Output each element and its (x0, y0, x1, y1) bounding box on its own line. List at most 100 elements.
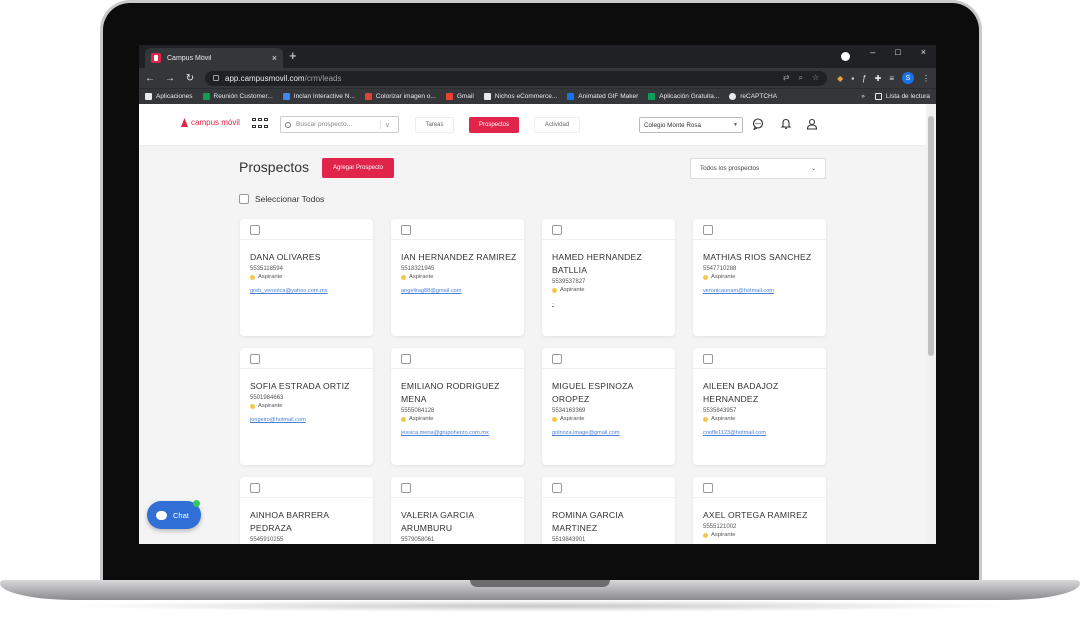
school-select[interactable]: Colegio Monte Rosa ▼ (639, 117, 743, 133)
laptop-notch (470, 580, 610, 587)
translate-icon[interactable]: ⇄ (783, 73, 790, 83)
extensions-puzzle-icon[interactable]: ✚ (875, 74, 882, 83)
prospect-email[interactable]: - (552, 301, 668, 307)
profile-avatar[interactable]: S (902, 72, 914, 84)
prospect-checkbox[interactable] (552, 483, 562, 493)
bookmarks-overflow-button[interactable]: » (861, 93, 865, 100)
extension-color-icon[interactable]: ◆ (837, 74, 843, 83)
media-icon[interactable]: ≡ (889, 74, 894, 83)
prospect-card[interactable]: DANA OLIVARES 5535118594 Aspirante greb_ver… (240, 219, 373, 336)
prospect-checkbox[interactable] (401, 354, 411, 364)
status-label: Aspirante (711, 416, 736, 422)
bookmark-star-icon[interactable]: ☆ (812, 73, 819, 83)
reload-icon[interactable]: ↻ (185, 73, 195, 84)
prospect-name[interactable]: EMILIANO RODRIGUEZ MENA (401, 380, 517, 406)
prospect-name[interactable]: AILEEN BADAJOZ HERNANDEZ (703, 380, 819, 406)
prospect-checkbox[interactable] (552, 225, 562, 235)
lock-icon[interactable] (213, 75, 219, 81)
bell-icon[interactable] (780, 118, 792, 130)
prospect-card[interactable]: AINHOA BARRERA PEDRAZA5545910255Aspirant… (240, 477, 373, 544)
prospect-name[interactable]: MIGUEL ESPINOZA OROPEZ (552, 380, 668, 406)
close-window-button[interactable]: × (921, 47, 926, 57)
prospect-card[interactable]: MIGUEL ESPINOZA OROPEZ 5534163369 Aspirant… (542, 348, 675, 465)
card-body: DANA OLIVARES 5535118594 Aspirante greb_ver… (250, 251, 366, 294)
prospect-email[interactable]: cnoffe1123@hotmail.com (703, 430, 819, 436)
nav-prospectos[interactable]: Prospectos (469, 117, 519, 133)
user-icon[interactable] (806, 118, 818, 130)
card-divider (240, 497, 373, 498)
prospect-checkbox[interactable] (703, 354, 713, 364)
bookmark-reunion[interactable]: Reunión Customer... (202, 93, 273, 100)
prospect-email[interactable]: jongeiro@hotmail.com (250, 417, 366, 423)
prospect-card[interactable]: AILEEN BADAJOZ HERNANDEZ 5535843957 Aspira… (693, 348, 826, 465)
prospect-card[interactable]: HAMED HERNANDEZ BATLLIA 5539537827 Aspiran… (542, 219, 675, 336)
add-prospect-button[interactable]: Agregar Prospecto (322, 158, 394, 178)
minimize-button[interactable]: – (870, 47, 875, 57)
prospect-email[interactable]: golnoza.image@gmail.com (552, 430, 668, 436)
prospect-checkbox[interactable] (250, 483, 260, 493)
back-icon[interactable]: ← (145, 73, 155, 84)
gmail-icon (445, 93, 453, 100)
prospect-name[interactable]: AXEL ORTEGA RAMIREZ (703, 509, 819, 522)
campus-movil-logo[interactable]: campus móvil (181, 118, 240, 127)
prospect-name[interactable]: SOFIA ESTRADA ORTIZ (250, 380, 366, 393)
prospect-checkbox[interactable] (703, 483, 713, 493)
prospect-email[interactable]: veronicaunam@hotmail.com (703, 288, 819, 294)
bookmark-aplicacion[interactable]: Aplicación Gratuita... (648, 93, 719, 100)
bookmark-recaptcha[interactable]: reCAPTCHA (729, 93, 777, 100)
prospect-email[interactable]: angelirag88@gmail.com (401, 288, 517, 294)
extension-more-icon[interactable]: ▪ (851, 74, 854, 83)
bookmark-colorizar[interactable]: Colorizar imagen o... (364, 93, 436, 100)
browser-menu-icon[interactable]: ⋮ (922, 74, 930, 83)
prospect-card[interactable]: EMILIANO RODRIGUEZ MENA 5555084128 Aspiran… (391, 348, 524, 465)
page-scrollbar[interactable] (926, 104, 936, 544)
prospect-card[interactable]: SOFIA ESTRADA ORTIZ 5501984663 Aspirante jo… (240, 348, 373, 465)
prospect-card[interactable]: VALERIA GARCIA ARUMBURU5579058061Aspiran… (391, 477, 524, 544)
nav-tareas[interactable]: Tareas (415, 117, 454, 133)
omnibox[interactable]: app.campusmovil.com /crm/leads ⇄ ⌕ ☆ (205, 70, 828, 86)
apps-menu-icon[interactable] (252, 118, 268, 130)
reading-list-button[interactable]: Lista de lectura (874, 93, 930, 100)
prospect-card[interactable]: AXEL ORTEGA RAMIREZ 5555121002 Aspirante (693, 477, 826, 544)
search-prospect-input[interactable]: Buscar prospecto... ∨ (280, 116, 399, 133)
zoom-icon[interactable]: ⌕ (799, 73, 803, 83)
bookmark-inclan[interactable]: Inclan Interactive N... (282, 93, 355, 100)
prospect-checkbox[interactable] (401, 225, 411, 235)
prospect-filter-select[interactable]: Todos los prospectos ⌄ (690, 158, 826, 179)
select-all[interactable]: Seleccionar Todos (239, 194, 324, 204)
prospect-name[interactable]: IAN HERNANDEZ RAMIREZ (401, 251, 517, 264)
prospect-name[interactable]: DANA OLIVARES (250, 251, 366, 264)
prospect-name[interactable]: HAMED HERNANDEZ BATLLIA (552, 251, 668, 277)
forward-icon[interactable]: → (165, 73, 175, 84)
chat-button[interactable]: Chat (147, 500, 201, 529)
bookmark-apps[interactable]: Aplicaciones (145, 93, 193, 100)
prospect-card[interactable]: MATHIAS RIOS SANCHEZ 5547710288 Aspirante v… (693, 219, 826, 336)
bookmark-gmail[interactable]: Gmail (445, 93, 474, 100)
prospect-name[interactable]: ROMINA GARCIA MARTINEZ (552, 509, 668, 535)
bookmark-gif-maker[interactable]: Animated GIF Maker (567, 93, 638, 100)
chat-bubble-icon[interactable] (752, 118, 764, 130)
prospect-email[interactable]: jessica.mena@grupoherzo.com.mx (401, 430, 517, 436)
select-all-checkbox[interactable] (239, 194, 249, 204)
prospect-card[interactable]: IAN HERNANDEZ RAMIREZ 5518321945 Aspirante… (391, 219, 524, 336)
prospect-name[interactable]: MATHIAS RIOS SANCHEZ (703, 251, 819, 264)
maximize-button[interactable]: □ (895, 47, 900, 57)
bookmark-nichos[interactable]: Nichos eCommerce... (483, 93, 557, 100)
prospect-email[interactable]: greb_veronica@yahoo.com.mx (250, 288, 366, 294)
browser-tab[interactable]: Campus Móvil × (145, 48, 283, 68)
chevron-down-icon[interactable]: ∨ (380, 120, 394, 129)
profile-indicator-icon[interactable] (841, 52, 850, 61)
prospect-checkbox[interactable] (250, 354, 260, 364)
tab-close-icon[interactable]: × (272, 53, 277, 63)
prospect-card[interactable]: ROMINA GARCIA MARTINEZ5519843901Aspirant… (542, 477, 675, 544)
scrollbar-thumb[interactable] (928, 116, 934, 356)
new-tab-button[interactable]: + (289, 48, 297, 64)
prospect-checkbox[interactable] (401, 483, 411, 493)
nav-actividad[interactable]: Actividad (534, 117, 580, 133)
prospect-name[interactable]: AINHOA BARRERA PEDRAZA (250, 509, 366, 535)
prospect-checkbox[interactable] (552, 354, 562, 364)
prospect-name[interactable]: VALERIA GARCIA ARUMBURU (401, 509, 517, 535)
prospect-checkbox[interactable] (250, 225, 260, 235)
extension-font-icon[interactable]: ƒ (862, 74, 866, 83)
prospect-checkbox[interactable] (703, 225, 713, 235)
